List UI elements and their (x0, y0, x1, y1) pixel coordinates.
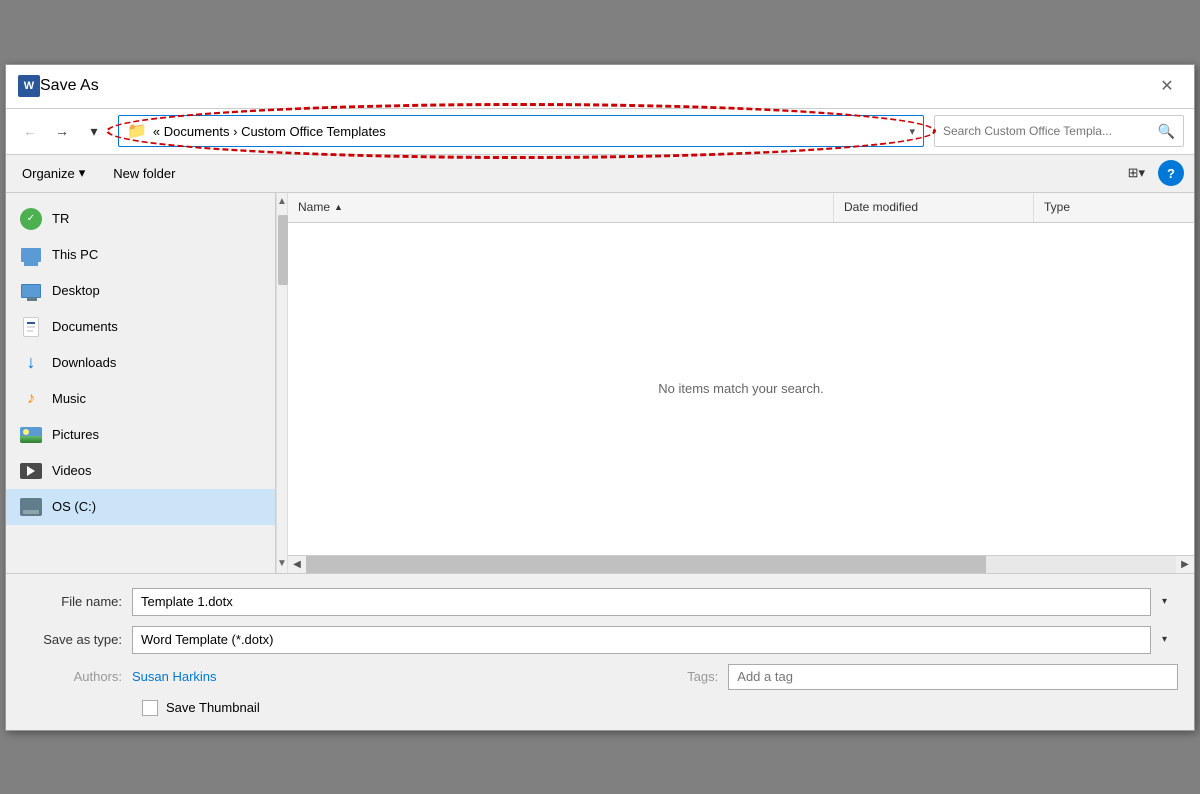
address-text: « Documents › Custom Office Templates (153, 124, 904, 139)
file-name-dropdown-button[interactable]: ▾ (1150, 588, 1178, 616)
music-icon: ♪ (20, 388, 42, 410)
address-bar-wrapper: 📁 « Documents › Custom Office Templates … (118, 115, 924, 147)
forward-button[interactable]: → (48, 117, 76, 145)
dialog-title: Save As (40, 77, 1152, 95)
nav-dropdown-button[interactable]: ▾ (80, 117, 108, 145)
file-list-header: Name ▲ Date modified Type (288, 193, 1194, 223)
back-button[interactable]: ← (16, 117, 44, 145)
save-as-type-input-wrapper: ▾ (132, 626, 1178, 654)
file-list: Name ▲ Date modified Type No items match… (288, 193, 1194, 573)
thumbnail-row: Save Thumbnail (142, 700, 1178, 716)
sidebar-item-tr[interactable]: ✓ TR (6, 201, 275, 237)
sidebar-label-documents: Documents (52, 319, 118, 334)
shield-icon: ✓ (20, 208, 42, 230)
organize-arrow: ▾ (79, 165, 86, 181)
file-name-input-wrapper: ▾ (132, 588, 1178, 616)
title-bar: W Save As ✕ (6, 65, 1194, 109)
file-list-body: No items match your search. (288, 223, 1194, 555)
help-button[interactable]: ? (1158, 160, 1184, 186)
download-arrow-icon: ↓ (27, 352, 36, 373)
pictures-icon (20, 424, 42, 446)
sidebar-item-desktop[interactable]: Desktop (6, 273, 275, 309)
sidebar-item-downloads[interactable]: ↓ Downloads (6, 345, 275, 381)
toolbar-right: ⊞ ▾ ? (1121, 160, 1184, 186)
tr-icon: ✓ (20, 208, 42, 230)
downloads-icon: ↓ (20, 352, 42, 374)
authors-label: Authors: (22, 669, 132, 684)
sidebar-label-this-pc: This PC (52, 247, 98, 262)
bottom-form: File name: ▾ Save as type: ▾ Authors: Su… (6, 573, 1194, 730)
col-date-label: Date modified (844, 200, 918, 214)
authors-tags-row: Authors: Susan Harkins Tags: (22, 664, 1178, 690)
new-folder-label: New folder (113, 166, 175, 181)
main-content: ✓ TR This PC (6, 193, 1194, 573)
no-items-message: No items match your search. (658, 381, 823, 396)
desktop-icon (20, 280, 42, 302)
column-header-type[interactable]: Type (1034, 193, 1194, 222)
address-bar[interactable]: 📁 « Documents › Custom Office Templates … (118, 115, 924, 147)
address-dropdown-arrow[interactable]: ▾ (909, 125, 915, 138)
sidebar-label-pictures: Pictures (52, 427, 99, 442)
this-pc-icon (20, 244, 42, 266)
col-name-label: Name (298, 200, 330, 214)
sidebar-scroll-thumb[interactable] (278, 215, 288, 285)
sidebar-item-this-pc[interactable]: This PC (6, 237, 275, 273)
column-header-date[interactable]: Date modified (834, 193, 1034, 222)
search-bar: 🔍 (934, 115, 1184, 147)
column-header-name[interactable]: Name ▲ (288, 193, 834, 222)
tags-input[interactable] (728, 664, 1178, 690)
scroll-thumb[interactable] (306, 556, 986, 573)
save-as-dialog: W Save As ✕ ← → ▾ 📁 « Documents › Custom… (5, 64, 1195, 731)
view-button[interactable]: ⊞ ▾ (1121, 161, 1152, 185)
navigation-bar: ← → ▾ 📁 « Documents › Custom Office Temp… (6, 109, 1194, 155)
save-as-type-label: Save as type: (22, 632, 132, 647)
save-thumbnail-checkbox[interactable] (142, 700, 158, 716)
view-icon: ⊞ (1128, 165, 1139, 181)
new-folder-button[interactable]: New folder (107, 162, 181, 185)
save-as-type-input[interactable] (132, 626, 1178, 654)
sidebar-label-downloads: Downloads (52, 355, 116, 370)
sidebar-item-pictures[interactable]: Pictures (6, 417, 275, 453)
scroll-track[interactable] (306, 556, 1176, 573)
tags-label: Tags: (648, 669, 728, 684)
sidebar-container: ✓ TR This PC (6, 193, 288, 573)
view-arrow: ▾ (1138, 165, 1145, 181)
sidebar-label-music: Music (52, 391, 86, 406)
search-input[interactable] (943, 124, 1154, 138)
save-as-type-dropdown-button[interactable]: ▾ (1150, 626, 1178, 654)
sidebar-label-desktop: Desktop (52, 283, 100, 298)
file-name-row: File name: ▾ (22, 588, 1178, 616)
save-thumbnail-checkbox-wrapper[interactable]: Save Thumbnail (142, 700, 260, 716)
horizontal-scrollbar[interactable]: ◀ ▶ (288, 555, 1194, 573)
file-name-input[interactable] (132, 588, 1178, 616)
close-button[interactable]: ✕ (1152, 71, 1182, 101)
sidebar-item-music[interactable]: ♪ Music (6, 381, 275, 417)
sidebar-label-tr: TR (52, 211, 69, 226)
file-name-label: File name: (22, 594, 132, 609)
sort-arrow-icon: ▲ (334, 202, 343, 212)
sidebar-label-os-c: OS (C:) (52, 499, 96, 514)
word-icon: W (18, 75, 40, 97)
sidebar: ✓ TR This PC (6, 193, 276, 573)
address-folder-icon: 📁 (127, 121, 147, 141)
author-name[interactable]: Susan Harkins (132, 669, 217, 684)
col-type-label: Type (1044, 200, 1070, 214)
documents-icon (20, 316, 42, 338)
save-thumbnail-label: Save Thumbnail (166, 700, 260, 715)
search-icon: 🔍 (1158, 123, 1175, 140)
scroll-left-button[interactable]: ◀ (288, 555, 306, 573)
organize-label: Organize (22, 166, 75, 181)
videos-icon (20, 460, 42, 482)
sidebar-item-videos[interactable]: Videos (6, 453, 275, 489)
save-as-type-row: Save as type: ▾ (22, 626, 1178, 654)
organize-button[interactable]: Organize ▾ (16, 161, 91, 185)
sidebar-scrollbar[interactable]: ▲ ▼ (276, 193, 288, 573)
toolbar: Organize ▾ New folder ⊞ ▾ ? (6, 155, 1194, 193)
sidebar-label-videos: Videos (52, 463, 92, 478)
sidebar-item-os-c[interactable]: OS (C:) (6, 489, 275, 525)
sidebar-item-documents[interactable]: Documents (6, 309, 275, 345)
scroll-right-button[interactable]: ▶ (1176, 555, 1194, 573)
os-c-icon (20, 496, 42, 518)
